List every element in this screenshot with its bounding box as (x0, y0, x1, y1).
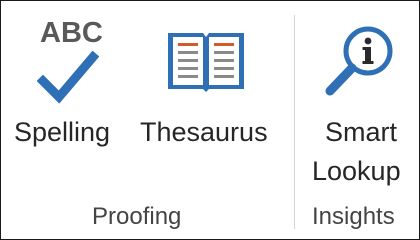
insights-group-label: Insights (312, 203, 395, 230)
insights-group: Smart Lookup Insights (296, 1, 419, 239)
proofing-group-label: Proofing (92, 203, 182, 230)
review-ribbon: ABC Spelling Thesaurus Proofing Smart Lo… (0, 0, 420, 240)
abc-icon-text: ABC (40, 17, 103, 49)
smart-lookup-label-line2: Lookup (312, 156, 401, 186)
book-icon (165, 29, 247, 98)
thesaurus-button[interactable]: Thesaurus (137, 1, 285, 196)
group-separator (294, 15, 295, 229)
magnifier-info-icon (322, 21, 402, 102)
proofing-group: ABC Spelling Thesaurus Proofing (1, 1, 294, 239)
smart-lookup-label-line1: Smart (325, 117, 398, 147)
spelling-label: Spelling (14, 117, 111, 147)
smart-lookup-button[interactable]: Smart Lookup (296, 1, 419, 196)
thesaurus-label: Thesaurus (140, 117, 268, 147)
spelling-check-icon (36, 50, 100, 112)
spelling-button[interactable]: ABC Spelling (1, 1, 137, 196)
